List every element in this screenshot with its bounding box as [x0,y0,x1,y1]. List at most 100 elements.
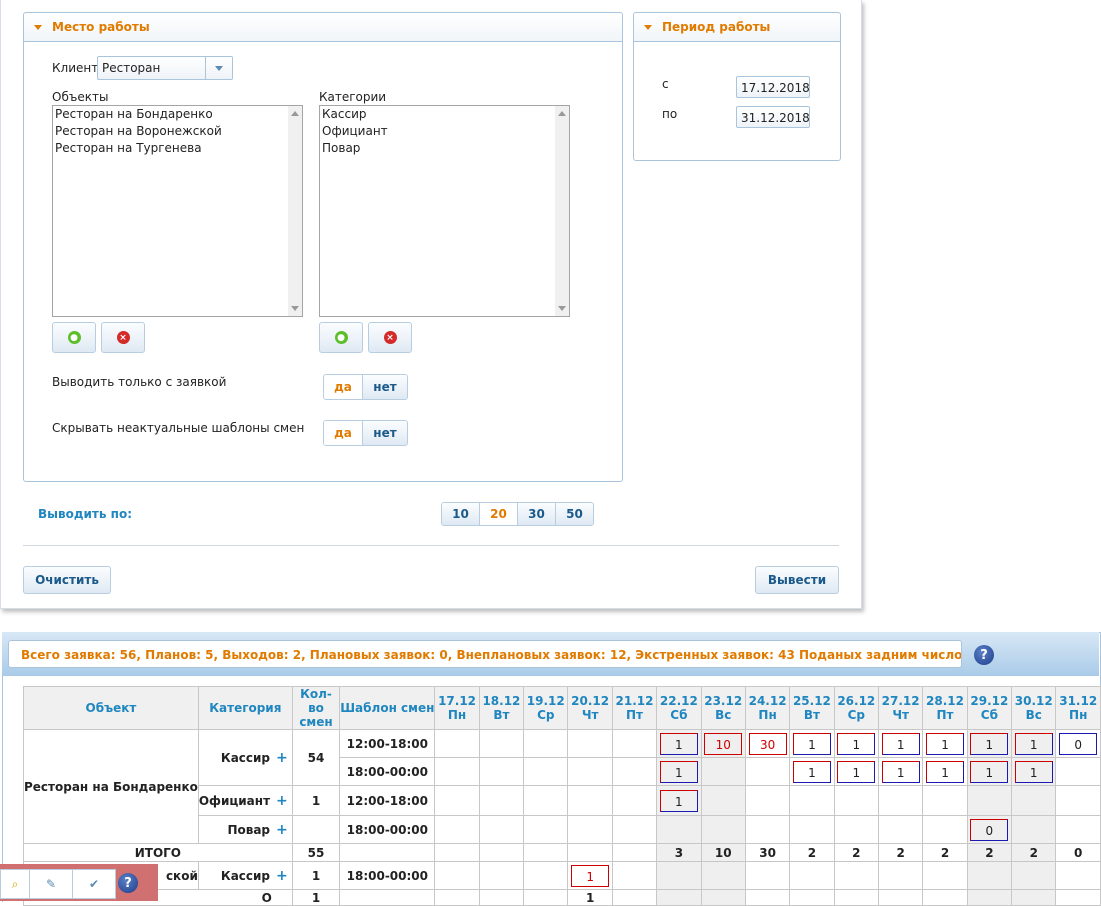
day-cell[interactable]: 1 [789,729,835,758]
shift-count-badge[interactable]: 10 [704,732,743,755]
shift-count-badge[interactable]: 1 [926,760,965,783]
shift-count-badge[interactable]: 1 [659,760,698,783]
day-cell[interactable]: 1 [656,785,702,816]
day-cell[interactable] [700,815,746,844]
day-cell[interactable] [1011,861,1057,890]
day-cell[interactable] [523,861,569,890]
day-cell[interactable] [611,861,658,890]
day-cell[interactable]: 1 [922,757,968,786]
col-object[interactable]: Объект [23,686,199,730]
shift-count-badge[interactable]: 1 [1014,760,1053,783]
check-icon[interactable]: ✔ [72,870,115,898]
day-cell[interactable] [744,815,791,844]
categories-list[interactable]: Кассир Официант Повар [319,105,570,317]
shift-count-badge[interactable]: 30 [748,732,787,755]
only-with-request-toggle[interactable]: да нет [323,374,408,400]
help-icon[interactable]: ? [118,873,138,893]
list-item[interactable]: Повар [320,140,569,157]
day-cell[interactable]: 1 [567,861,613,890]
day-cell[interactable] [567,729,613,758]
help-icon[interactable]: ? [974,645,994,665]
list-item[interactable]: Ресторан на Бондаренко [53,106,302,123]
shift-count-badge[interactable]: 1 [659,789,698,812]
shift-count-badge[interactable]: 0 [1059,732,1098,755]
day-cell[interactable] [1055,815,1101,844]
day-cell[interactable]: 1 [1011,757,1057,786]
day-cell[interactable] [744,757,791,786]
day-cell[interactable] [478,757,525,786]
day-cell[interactable] [611,757,658,786]
scrollbar[interactable] [555,106,569,316]
day-cell[interactable] [523,757,569,786]
remove-object-button[interactable]: × [101,322,145,353]
list-item[interactable]: Официант [320,123,569,140]
day-cell[interactable] [567,785,613,816]
day-cell[interactable]: 1 [656,757,702,786]
paging-option[interactable]: 10 [442,503,480,525]
client-select[interactable]: Ресторан [97,56,233,80]
search-icon[interactable]: ⌕ [1,870,29,898]
day-cell[interactable] [434,815,480,844]
period-header[interactable]: Период работы [634,13,840,42]
day-cell[interactable] [434,729,480,758]
shift-count-badge[interactable]: 1 [659,732,698,755]
toggle-no[interactable]: нет [363,375,407,399]
day-cell[interactable] [966,861,1013,890]
day-cell[interactable]: 1 [877,757,924,786]
shift-count-badge[interactable]: 1 [926,732,965,755]
day-cell[interactable] [922,815,968,844]
day-cell[interactable]: 1 [1011,729,1057,758]
add-icon[interactable]: + [276,793,288,809]
day-cell[interactable] [877,785,924,816]
day-cell[interactable] [833,815,879,844]
shift-count-badge[interactable]: 1 [837,732,876,755]
day-cell[interactable] [434,757,480,786]
day-cell[interactable] [966,785,1013,816]
list-item[interactable]: Кассир [320,106,569,123]
add-icon[interactable]: + [276,750,288,766]
day-cell[interactable] [478,729,525,758]
shift-count-badge[interactable]: 1 [792,732,831,755]
day-cell[interactable]: 1 [922,729,968,758]
add-icon[interactable]: + [276,868,288,884]
day-cell[interactable] [1055,757,1101,786]
day-cell[interactable] [434,785,480,816]
paging-option[interactable]: 20 [480,503,518,525]
shift-count-badge[interactable]: 1 [881,760,920,783]
paging-selector[interactable]: 10 20 30 50 [441,502,594,526]
edit-icon[interactable]: ✎ [29,870,72,898]
object-cell[interactable]: Ресторан на Бондаренко [23,729,199,844]
day-cell[interactable] [789,861,835,890]
day-cell[interactable]: 10 [700,729,746,758]
toggle-yes[interactable]: да [324,375,363,399]
day-cell[interactable] [1011,785,1057,816]
list-item[interactable]: Ресторан на Воронежской [53,123,302,140]
day-cell[interactable] [611,729,658,758]
objects-list[interactable]: Ресторан на Бондаренко Ресторан на Ворон… [52,105,303,317]
day-cell[interactable] [877,861,924,890]
day-cell[interactable] [922,861,968,890]
day-cell[interactable] [523,729,569,758]
scrollbar[interactable] [288,106,302,316]
clear-button[interactable]: Очистить [23,566,111,594]
date-from-input[interactable]: 17.12.2018 [736,76,810,98]
day-cell[interactable] [611,785,658,816]
show-button[interactable]: Вывести [755,566,839,594]
day-cell[interactable]: 1 [966,757,1013,786]
day-cell[interactable] [523,815,569,844]
shift-count-badge[interactable]: 1 [837,760,876,783]
toggle-no[interactable]: нет [363,421,407,445]
day-cell[interactable] [656,815,702,844]
day-cell[interactable] [700,785,746,816]
day-cell[interactable]: 0 [1055,729,1101,758]
day-cell[interactable] [789,785,835,816]
add-icon[interactable]: + [276,822,288,838]
day-cell[interactable] [1055,785,1101,816]
day-cell[interactable]: 1 [877,729,924,758]
shift-count-badge[interactable]: 1 [571,864,610,887]
add-category-button[interactable]: ● [319,322,363,353]
day-cell[interactable] [789,815,835,844]
list-item[interactable]: Ресторан на Тургенева [53,140,302,157]
day-cell[interactable]: 0 [966,815,1013,844]
day-cell[interactable]: 1 [966,729,1013,758]
